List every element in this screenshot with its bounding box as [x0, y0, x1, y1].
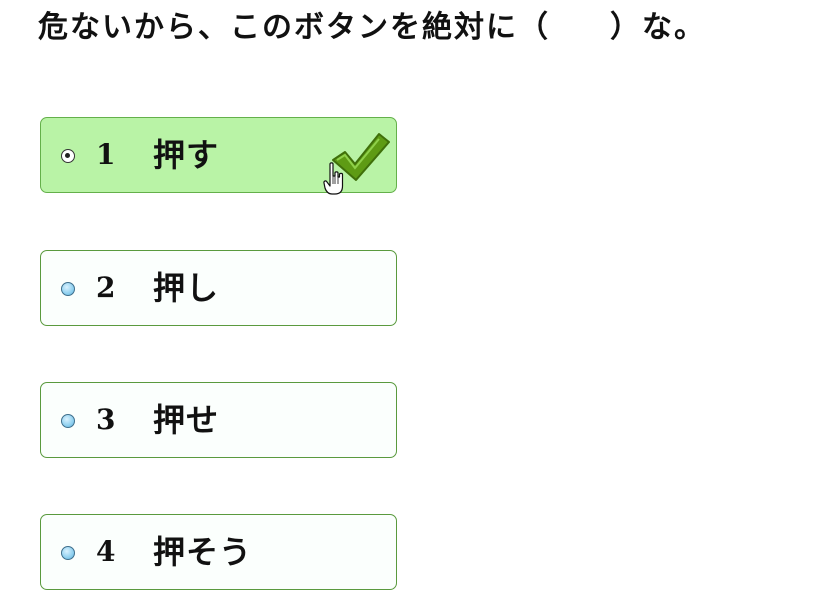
choice-option-2[interactable]: 2 押し: [40, 250, 397, 326]
choice-label-4: 押そう: [153, 533, 253, 571]
choice-label-3: 押せ: [153, 401, 220, 439]
question-text-after: ）な。: [610, 10, 706, 45]
question-text: 危ないから、このボタンを絶対に（ ）な。: [38, 6, 816, 50]
choice-label-1: 押す: [153, 136, 220, 174]
choice-label-2: 押し: [153, 269, 220, 307]
radio-button-1[interactable]: [61, 149, 75, 163]
radio-button-2[interactable]: [61, 282, 75, 296]
choice-number-4: 4: [96, 535, 116, 568]
choice-number-1: 1: [96, 138, 116, 171]
hand-cursor-icon: [323, 162, 344, 195]
question-text-before: 危ないから、このボタンを絶対に（: [38, 10, 550, 45]
radio-button-4[interactable]: [61, 546, 75, 560]
choice-option-3[interactable]: 3 押せ: [40, 382, 397, 458]
choice-option-4[interactable]: 4 押そう: [40, 514, 397, 590]
choice-number-3: 3: [96, 403, 116, 436]
choice-option-1[interactable]: 1 押す: [40, 117, 397, 195]
choice-number-2: 2: [96, 271, 116, 304]
radio-button-3[interactable]: [61, 414, 75, 428]
